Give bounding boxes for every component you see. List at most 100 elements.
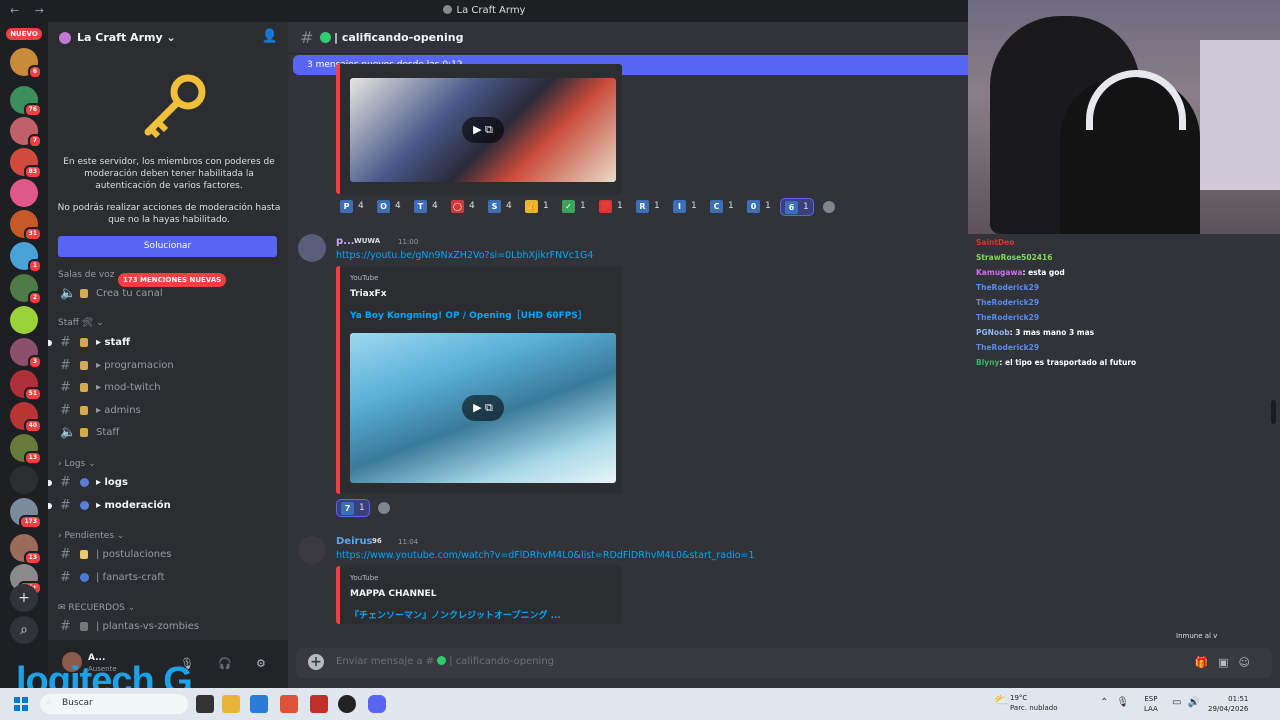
server-icon[interactable] xyxy=(10,179,38,207)
message-link[interactable]: https://www.youtube.com/watch?v=dFlDRhvM… xyxy=(336,550,755,561)
reaction[interactable]: C1 xyxy=(706,198,740,216)
reaction-emoji: 👍 xyxy=(525,200,538,213)
embed-title[interactable]: 『チェンソーマン』ノンクレジットオープニング ... xyxy=(350,608,561,621)
weather-widget[interactable]: ⛅ 19°C Parc. nublado xyxy=(994,693,1058,713)
embed-author[interactable]: TriaxFx xyxy=(350,289,387,299)
mention-badge: 83 xyxy=(23,165,42,179)
system-clock[interactable]: 01:51 29/04/2026 xyxy=(1208,694,1248,714)
video-thumbnail[interactable]: ▶ ⧉ xyxy=(350,78,616,182)
server-icon[interactable]: 173 xyxy=(10,498,42,529)
server-icon[interactable]: 3 xyxy=(10,338,42,369)
channel-admins[interactable]: # ▸ admins xyxy=(56,401,282,421)
reaction[interactable]: P4 xyxy=(336,198,370,216)
category-pendientes[interactable]: › Pendientes ⌄ xyxy=(58,531,124,541)
category-logs[interactable]: › Logs ⌄ xyxy=(58,459,96,469)
store-icon[interactable] xyxy=(250,695,268,713)
invite-people-icon[interactable]: 👤 xyxy=(262,29,278,44)
embed-provider[interactable]: YouTube xyxy=(350,274,378,282)
category-voice[interactable]: Salas de voz xyxy=(58,270,114,280)
headphones-icon[interactable]: 🎧 xyxy=(218,657,232,670)
server-icon[interactable]: 40 xyxy=(10,402,42,433)
reaction[interactable]: 👍 1 xyxy=(521,198,555,216)
server-icon[interactable]: 51 xyxy=(10,370,42,401)
channel-mod-twitch[interactable]: # ▸ mod-twitch xyxy=(56,378,282,398)
mfa-notice-text-2: No podrás realizar acciones de moderació… xyxy=(57,203,281,225)
reaction-emoji: R xyxy=(636,200,649,213)
gear-icon[interactable]: ⚙ xyxy=(256,657,266,670)
file-explorer-icon[interactable] xyxy=(222,695,240,713)
channel-fanarts-craft[interactable]: # | fanarts-craft xyxy=(56,568,282,588)
mention-badge: 7 xyxy=(27,134,42,148)
message-author[interactable]: p... xyxy=(336,236,355,247)
channel-moderacion[interactable]: # ▸ moderación xyxy=(48,496,282,516)
embed-author[interactable]: MAPPA CHANNEL xyxy=(350,589,436,599)
avatar[interactable] xyxy=(298,234,326,262)
channel-postulaciones[interactable]: # | postulaciones xyxy=(56,545,282,565)
reaction[interactable]: ◯ 4 xyxy=(447,198,481,216)
channel-staff[interactable]: # ▸ staff xyxy=(48,333,282,353)
scrollbar[interactable] xyxy=(1271,400,1276,424)
server-icon[interactable] xyxy=(10,306,38,334)
new-badge[interactable]: NUEVO xyxy=(6,28,42,40)
reaction[interactable]: 01 xyxy=(743,198,777,216)
lock-icon xyxy=(80,289,88,298)
channel-crea-tu-canal[interactable]: 🔈 Crea tu canal xyxy=(56,284,282,304)
server-icon[interactable]: 76 xyxy=(10,86,42,117)
message-link[interactable]: https://youtu.be/gNn9NxZH2Vo?si=0LbhXjik… xyxy=(336,250,593,261)
reaction-count: 1 xyxy=(691,201,697,211)
composer-tools[interactable]: 🎁▣☺ xyxy=(1194,656,1260,669)
server-header[interactable]: La Craft Army ⌄ 👤 xyxy=(48,22,288,54)
add-server-icon[interactable]: + xyxy=(10,584,38,612)
channel-plantas-vs-zombies[interactable]: # | plantas-vs-zombies xyxy=(56,617,282,637)
message-author[interactable]: Deirus xyxy=(336,536,373,547)
windows-start-icon[interactable] xyxy=(14,697,28,711)
reaction[interactable]: I1 xyxy=(669,198,703,216)
server-icon[interactable] xyxy=(10,466,38,494)
reaction[interactable]: S4 xyxy=(484,198,518,216)
overlay-label: Inmune al v xyxy=(1176,632,1218,640)
attach-plus-icon[interactable]: + xyxy=(308,654,324,670)
app-icon[interactable] xyxy=(310,695,328,713)
explore-icon[interactable]: ⌕ xyxy=(10,616,38,644)
discord-icon[interactable] xyxy=(368,695,386,713)
add-reaction-icon[interactable] xyxy=(378,502,390,514)
server-icon[interactable]: 6 xyxy=(10,48,42,79)
server-icon[interactable]: 2 xyxy=(10,274,42,305)
category-recuerdos[interactable]: ✉ RECUERDOS ⌄ xyxy=(58,603,135,613)
reaction[interactable]: 💯 1 xyxy=(595,198,629,216)
reaction[interactable]: O4 xyxy=(373,198,407,216)
server-icon[interactable]: 31 xyxy=(10,210,42,241)
server-icon[interactable]: 1 xyxy=(10,242,42,273)
reaction[interactable]: 61 xyxy=(780,198,814,216)
channel-programacion[interactable]: # ▸ programacion xyxy=(56,356,282,376)
system-tray[interactable]: ⌃🎙 xyxy=(1100,697,1137,708)
play-icon[interactable]: ▶ ⧉ xyxy=(462,395,504,421)
category-staff[interactable]: Staff 🛠 ⌄ xyxy=(58,318,104,328)
embed-title[interactable]: Ya Boy Kongming! OP / Opening［UHD 60FPS］ xyxy=(350,308,587,321)
message-composer[interactable]: + Enviar mensaje a # | calificando-openin… xyxy=(296,648,1272,678)
taskbar-search[interactable]: ⌕ Buscar xyxy=(40,694,188,714)
network-volume-icons[interactable]: ▭🔊 xyxy=(1172,697,1206,708)
reaction[interactable]: T4 xyxy=(410,198,444,216)
server-icon[interactable]: 13 xyxy=(10,434,42,465)
reaction[interactable]: ✓ 1 xyxy=(558,198,592,216)
language-indicator[interactable]: ESP LAA xyxy=(1144,694,1158,714)
server-icon[interactable]: 7 xyxy=(10,117,42,148)
obs-icon[interactable] xyxy=(338,695,356,713)
avatar[interactable] xyxy=(298,536,326,564)
server-icon[interactable]: 83 xyxy=(10,148,42,179)
brave-icon[interactable] xyxy=(280,695,298,713)
task-view-icon[interactable] xyxy=(196,695,214,713)
channel-staff-voice[interactable]: 🔈 Staff xyxy=(56,423,282,443)
play-icon[interactable]: ▶ ⧉ xyxy=(462,117,504,143)
solucionar-button[interactable]: Solucionar xyxy=(58,236,277,257)
add-reaction-icon[interactable] xyxy=(823,201,835,213)
server-icon[interactable]: 13 xyxy=(10,534,42,565)
reaction[interactable]: 7 1 xyxy=(336,499,370,517)
embed-provider[interactable]: YouTube xyxy=(350,574,378,582)
video-thumbnail[interactable]: ▶ ⧉ xyxy=(350,333,616,483)
chat-message: : esta god xyxy=(1022,268,1065,277)
reaction[interactable]: R1 xyxy=(632,198,666,216)
mention-badge: 6 xyxy=(27,65,42,79)
channel-logs[interactable]: # ▸ logs xyxy=(48,473,282,493)
